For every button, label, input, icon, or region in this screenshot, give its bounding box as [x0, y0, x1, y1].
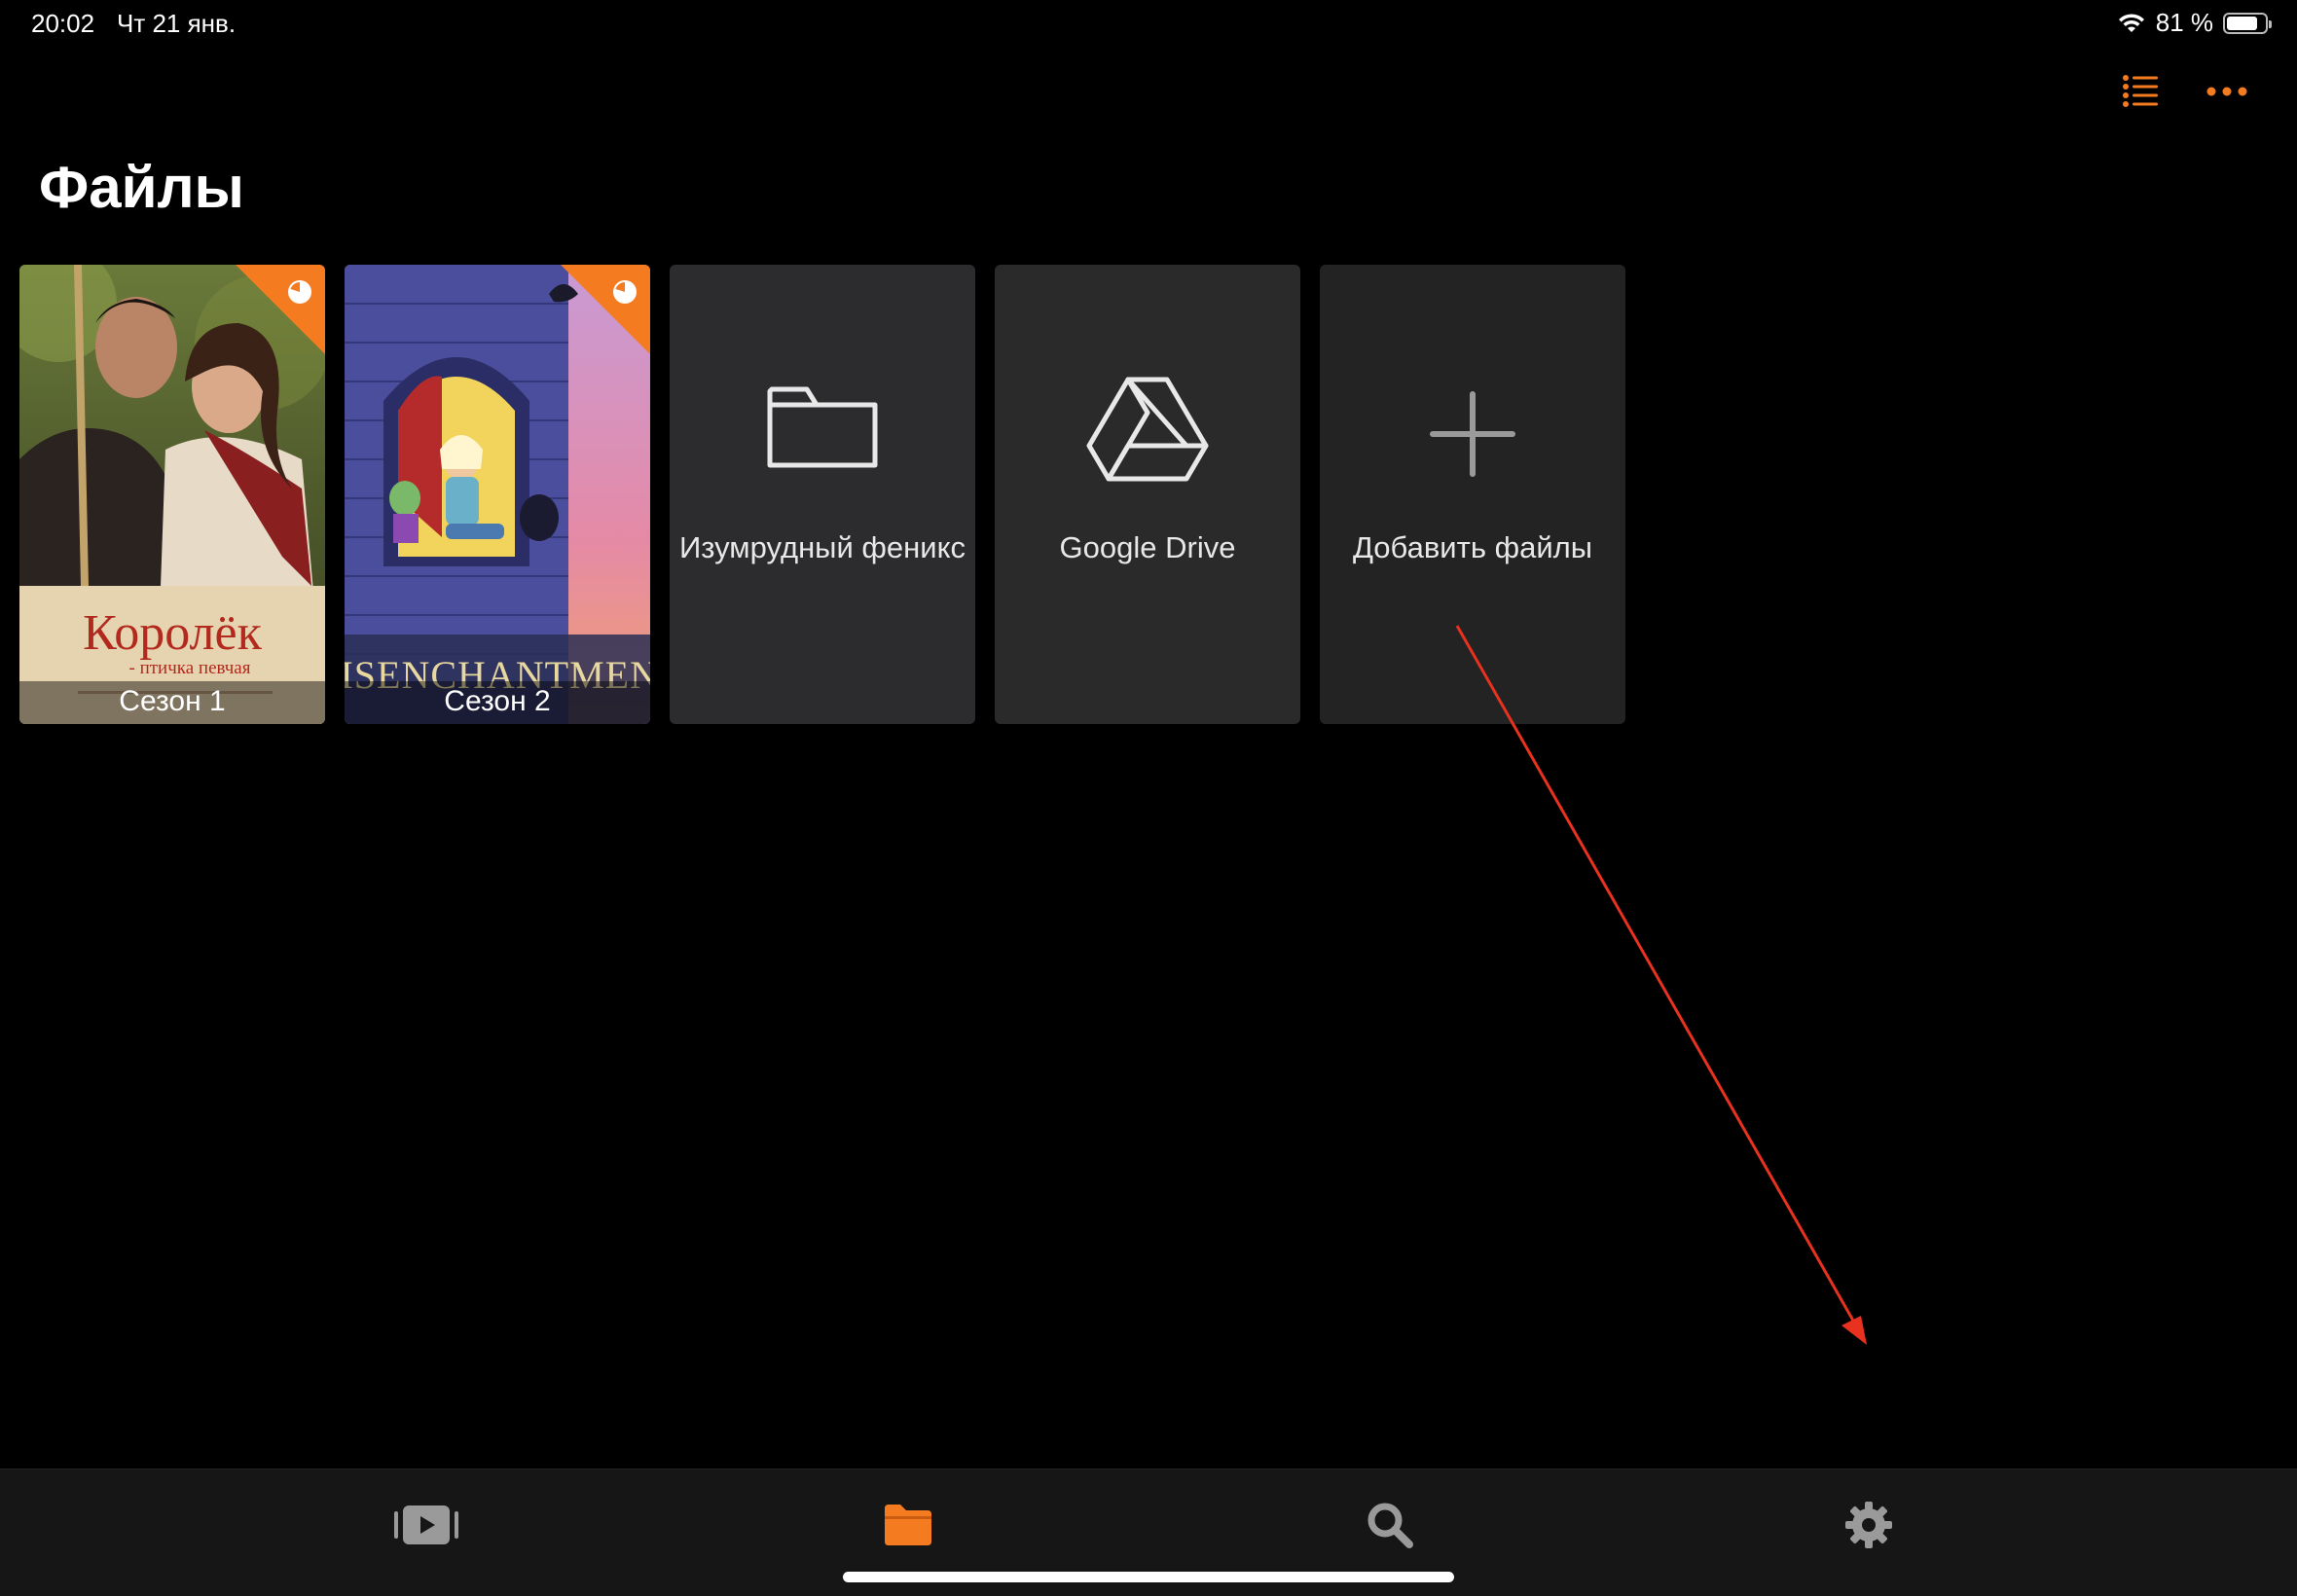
more-button[interactable]: [2206, 70, 2248, 113]
list-view-button[interactable]: [2120, 70, 2163, 113]
tab-search[interactable]: [1351, 1491, 1429, 1559]
tab-settings[interactable]: [1830, 1491, 1908, 1559]
video-library-icon: [394, 1505, 458, 1544]
media-tile-season-1[interactable]: Королёк - птичка певчая Сезон 1: [19, 265, 325, 724]
annotation-overlay: [1455, 625, 2016, 1551]
gear-icon: [1845, 1502, 1892, 1548]
tile-label: Сезон 1: [19, 681, 325, 724]
tab-bar: [0, 1469, 2297, 1596]
files-screen: 20:02 Чт 21 янв. 81 % Файлы Королёк - пт…: [0, 0, 2297, 1596]
media-tile-season-2[interactable]: DISENCHANTMENT Сезон 2: [345, 265, 650, 724]
progress-pie-icon: [613, 280, 637, 304]
files-grid: Королёк - птичка певчая Сезон 1 ISENCHAN…: [19, 265, 1625, 724]
tile-label: Изумрудный феникс: [679, 530, 966, 564]
annotation-arrowhead: [1841, 1316, 1867, 1345]
google-drive-tile[interactable]: Google Drive: [995, 265, 1300, 724]
korolek-title: Королёк: [83, 605, 262, 661]
folder-icon: [885, 1505, 931, 1545]
battery-icon: [2223, 12, 2272, 34]
tab-video[interactable]: [387, 1491, 465, 1559]
tile-label: Сезон 2: [345, 681, 650, 724]
add-files-tile[interactable]: Добавить файлы: [1320, 265, 1625, 724]
tile-label: Google Drive: [1059, 530, 1236, 564]
progress-pie-icon: [288, 280, 311, 304]
folder-tile-izumrudny-feniks[interactable]: Изумрудный феникс: [670, 265, 975, 724]
plus-icon: [1430, 391, 1515, 477]
search-icon: [1367, 1503, 1413, 1548]
nav-actions: [2120, 70, 2248, 113]
home-indicator[interactable]: [843, 1572, 1454, 1582]
folder-icon: [767, 386, 878, 468]
tab-files[interactable]: [869, 1491, 947, 1559]
list-icon: [2123, 75, 2158, 107]
korolek-subtitle: - птичка певчая: [129, 658, 251, 678]
annotation-arrow: [1455, 625, 1859, 1328]
ellipsis-icon: [2206, 87, 2247, 96]
status-date: Чт 21 янв.: [117, 9, 237, 38]
page-title: Файлы: [39, 155, 244, 220]
battery-fill: [2227, 16, 2257, 30]
status-bar: 20:02 Чт 21 янв. 81 %: [0, 0, 2297, 49]
google-drive-icon: [1086, 377, 1209, 482]
wifi-icon: [2118, 13, 2144, 32]
status-time: 20:02: [31, 9, 95, 38]
tile-label: Добавить файлы: [1352, 530, 1593, 564]
status-indicators: 81 %: [2117, 8, 2272, 38]
battery-percent: 81 %: [2155, 8, 2213, 37]
